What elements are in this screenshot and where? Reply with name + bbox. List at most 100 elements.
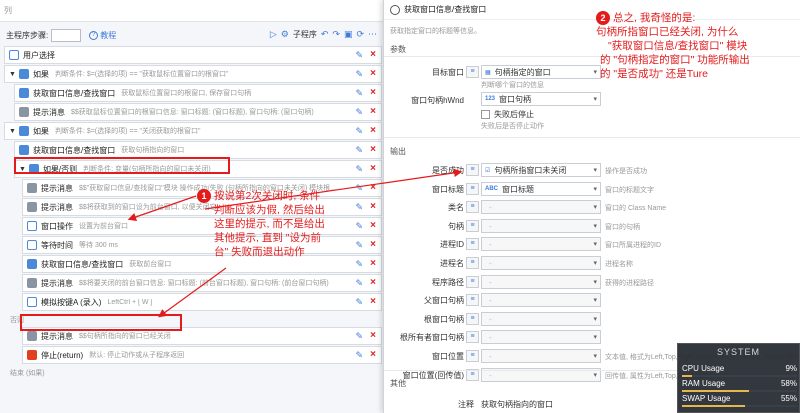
step-row[interactable]: 模拟按键A (录入) LeftCtrl + [ W ] ✎ × [22,293,382,311]
step-row[interactable]: 提示消息 $$将要关闭的前台窗口信息: 窗口标题: (前台窗口标题), 窗口句柄… [22,274,382,292]
output-select[interactable]: - ▾ [481,330,601,344]
save-icon[interactable]: ▣ [344,29,353,40]
chevron-down-icon: ▾ [593,372,597,379]
collapse-caret-icon[interactable]: ▼ [9,128,16,135]
step-desc: 获取鼠标位置窗口的根窗口, 保存窗口句柄 [121,90,252,97]
output-select[interactable]: - ▾ [481,200,601,214]
step-input[interactable] [51,28,82,42]
editor-toolbar: 主程序步骤: ? 教程 ▷ ⚙ 子程序 ↶ ↷ ▣ ⟳ ⋯ [0,26,383,44]
step-row[interactable]: ▼ 如果 判断条件: $=(选择的项) == "关闭获取的根窗口" ✎ × [4,122,382,140]
delete-icon[interactable]: × [370,349,376,360]
step-row[interactable]: ▼ 如果 判断条件: $=(选择的项) == "获取鼠标位置窗口的根窗口" ✎ … [4,65,382,83]
run-icon[interactable]: ▷ [270,29,277,40]
output-select[interactable]: - ▾ [481,293,601,307]
output-var-button[interactable]: ≡ [466,313,479,325]
header-tab[interactable]: 列 [4,6,12,15]
output-select[interactable]: - ▾ [481,349,601,363]
step-row[interactable]: 停止(return) 默认: 停止动作或从子程序返回 ✎ × [22,346,382,364]
output-hint: 获得的进程路径 [605,280,654,287]
collapse-caret-icon[interactable]: ▼ [9,71,16,78]
output-var-button[interactable]: ≡ [466,220,479,232]
output-select[interactable]: - ▾ [481,219,601,233]
step-name: 如果 [32,126,49,136]
edit-icon[interactable]: ✎ [355,88,363,99]
output-var-button[interactable]: ≡ [466,201,479,213]
output-select[interactable]: - ▾ [481,275,601,289]
edit-icon[interactable]: ✎ [355,278,363,289]
edit-icon[interactable]: ✎ [355,107,363,118]
annotation-1: 1 按说第2次关闭时, 条件 判断应该为假, 然后给出 这里的提示, 而不是给出 … [197,189,383,259]
delete-icon[interactable]: × [370,125,376,136]
subprogram-icon[interactable]: ⚙ [281,29,289,40]
stop-icon [27,350,37,360]
edit-icon[interactable]: ✎ [355,259,363,270]
edit-icon[interactable]: ✎ [355,331,363,342]
output-var-button[interactable]: ≡ [466,257,479,269]
output-select[interactable]: - ▾ [481,256,601,270]
step-name: 提示消息 [41,202,73,212]
output-var-button[interactable]: ≡ [466,276,479,288]
step-row[interactable]: 获取窗口信息/查找窗口 获取鼠标位置窗口的根窗口, 保存窗口句柄 ✎ × [14,84,382,102]
delete-icon[interactable]: × [370,163,376,174]
handle-select[interactable]: 123 窗口句柄 ▾ [481,92,601,106]
output-select[interactable]: - ▾ [481,237,601,251]
output-label: 进程ID [440,240,464,249]
fail-stop-checkbox[interactable] [481,110,490,119]
output-var-button[interactable]: ≡ [466,350,479,362]
delete-icon[interactable]: × [370,296,376,307]
annotation-line: 这里的提示, 而不是给出 [214,218,325,230]
sysmon-title: SYSTEM [716,347,760,357]
redo-icon[interactable]: ↷ [332,29,340,40]
output-var-button[interactable]: ≡ [466,164,479,176]
chevron-down-icon: ▾ [593,96,597,103]
undo-icon[interactable]: ↶ [321,29,329,40]
header-strip: 列 [0,0,383,22]
edit-icon[interactable]: ✎ [355,126,363,137]
annotation-line: 的 "句柄指定的窗口" 功能所输出 [600,54,750,66]
output-hint: 窗口的句柄 [605,224,640,231]
select-glyph-icon: ▦ [485,69,491,76]
chevron-down-icon: ▾ [593,316,597,323]
output-select[interactable]: ☑ 句柄所指窗口未关闭 ▾ [481,163,601,177]
output-var-button[interactable]: ≡ [466,294,479,306]
delete-icon[interactable]: × [370,330,376,341]
edit-icon[interactable]: ✎ [355,297,363,308]
output-var-button[interactable]: ≡ [466,238,479,250]
step-name: 提示消息 [41,331,73,341]
annotation-badge-2: 2 [596,11,610,25]
chevron-down-icon: ▾ [593,167,597,174]
ram-track [682,390,797,392]
help-link[interactable]: ? 教程 [89,30,116,41]
output-select[interactable]: ABC 窗口标题 ▾ [481,182,601,196]
output-var-button[interactable]: ≡ [466,331,479,343]
target-window-select[interactable]: ▦ 句柄指定的窗口 ▾ [481,65,601,79]
target-window-var-button[interactable]: ≡ [466,66,479,78]
chevron-down-icon: ▾ [593,186,597,193]
subprogram-label[interactable]: 子程序 [293,29,317,40]
delete-icon[interactable]: × [370,68,376,79]
edit-icon[interactable]: ✎ [355,164,363,175]
step-desc: 判断条件: $=(选择的项) == "关闭获取的根窗口" [54,128,201,135]
more-icon[interactable]: ⋯ [368,29,377,40]
delete-icon[interactable]: × [370,144,376,155]
edit-icon[interactable]: ✎ [355,69,363,80]
step-row[interactable]: 用户选择 ✎ × [4,46,382,64]
output-var-button[interactable]: ≡ [466,183,479,195]
refresh-icon[interactable]: ⟳ [356,29,364,40]
annotation-line: "获取窗口信息/查找窗口" 模块 [608,40,748,52]
highlight-if-else [14,157,230,174]
delete-icon[interactable]: × [370,277,376,288]
edit-icon[interactable]: ✎ [355,350,363,361]
note-value[interactable]: 获取句柄指向的窗口 [481,399,553,410]
step-row[interactable]: 提示消息 $$获取鼠标位置窗口的根窗口信息: 窗口标题: (窗口标题), 窗口句… [14,103,382,121]
delete-icon[interactable]: × [370,87,376,98]
delete-icon[interactable]: × [370,49,376,60]
ram-fill [682,390,749,392]
step-name: 用户选择 [23,50,55,60]
delete-icon[interactable]: × [370,258,376,269]
edit-icon[interactable]: ✎ [355,145,363,156]
annotation-line: 台" 失败而退出动作 [214,246,305,258]
delete-icon[interactable]: × [370,106,376,117]
edit-icon[interactable]: ✎ [355,50,363,61]
output-select[interactable]: - ▾ [481,312,601,326]
